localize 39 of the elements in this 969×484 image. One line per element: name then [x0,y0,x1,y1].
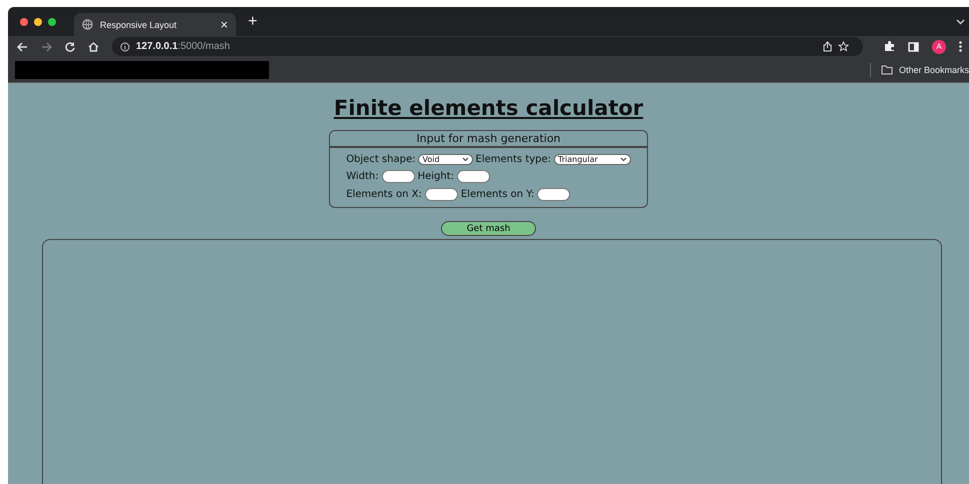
dropdown[interactable]: Triangular [554,154,631,165]
field-label: Elements type: [476,154,552,165]
close-tab-button[interactable]: × [220,17,228,32]
get-mash-button[interactable]: Get mash [441,221,536,236]
window-controls-icon[interactable] [20,18,56,26]
home-icon[interactable] [88,42,99,52]
profile-avatar[interactable]: A [932,40,946,54]
share-icon[interactable] [823,41,832,52]
address-bar[interactable]: 127.0.0.1:5000/mash [112,37,863,56]
field-label: Height: [418,171,454,182]
folder-icon [880,64,893,74]
caret-icon [462,157,469,162]
browser-tab[interactable]: Responsive Layout × [74,13,236,36]
reload-icon[interactable] [65,42,75,52]
side-panel-icon[interactable] [908,42,919,52]
page-title: Finite elements calculator [334,96,644,120]
field-label: Elements on Y: [460,189,534,200]
puzzle-icon[interactable] [884,41,895,52]
caret-icon [620,157,627,162]
field-label: Elements on X: [346,189,422,200]
more-icon[interactable] [959,41,962,52]
new-tab-button[interactable]: + [248,12,258,30]
forward-icon[interactable] [41,42,52,52]
input-field[interactable] [382,170,415,183]
dropdown[interactable]: Void [418,154,473,165]
tab-title: Responsive Layout [100,20,178,30]
chevron-down-icon[interactable] [956,18,965,24]
field-label: Object shape: [346,154,416,165]
input-field[interactable] [424,188,458,201]
input-field[interactable] [457,170,490,183]
bookmark-folder[interactable]: Other Bookmarks [898,64,969,74]
globe-icon [82,19,93,30]
form-legend: Input for mash generation [330,131,647,148]
star-icon[interactable] [838,41,849,52]
url-text: 127.0.0.1:5000/mash [136,41,230,52]
input-field[interactable] [537,188,570,201]
back-icon[interactable] [17,42,28,52]
field-label: Width: [346,171,379,182]
info-icon [120,42,130,52]
